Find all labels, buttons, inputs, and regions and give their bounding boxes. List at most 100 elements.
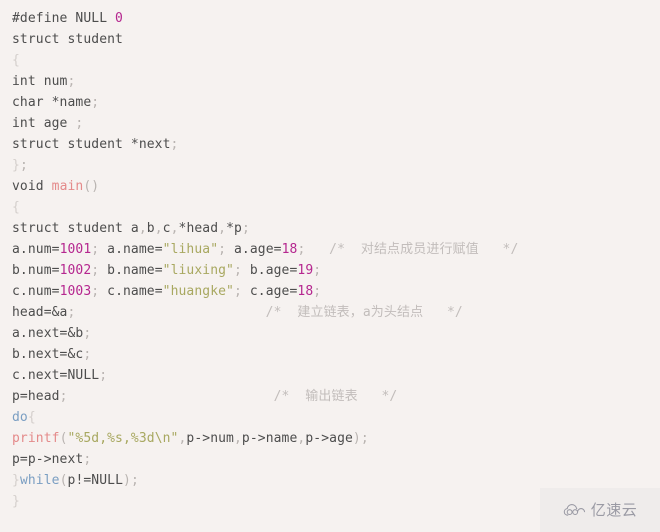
code-line: char *name; [0, 92, 660, 113]
var-head: *head [178, 221, 219, 236]
semicolon: ; [313, 284, 322, 299]
keyword-while: while [19, 473, 60, 488]
assign-b-next: b.next=&c [12, 347, 84, 362]
var-c: c [162, 221, 171, 236]
open-paren: ( [59, 473, 68, 488]
member-int-num: int num [12, 74, 68, 89]
code-line: { [0, 197, 660, 218]
string-token: "lihua" [162, 242, 219, 257]
assign-c-name: c.name= [99, 284, 163, 299]
assign-c-next: c.next=NULL [12, 368, 100, 383]
member-struct-next: struct student *next [12, 137, 171, 152]
keyword-do: do [12, 410, 28, 425]
semicolon: ; [360, 431, 369, 446]
open-paren: ( [59, 431, 68, 446]
number-token: 1002 [59, 263, 92, 278]
code-line: printf("%5d,%s,%3d\n",p->num,p->name,p->… [0, 428, 660, 449]
semicolon: ; [241, 221, 250, 236]
code-viewer: #define NULL 0 struct student{int num; cha… [0, 0, 660, 532]
assign-a-next: a.next=&b [12, 326, 84, 341]
semicolon: ; [67, 74, 76, 89]
comment-token: /* 输出链表 */ [67, 389, 398, 404]
string-token: "liuxing" [162, 263, 234, 278]
assign-c-age: c.age= [241, 284, 298, 299]
comment-token: /* 建立链表，a为头结点 */ [75, 305, 463, 320]
code-line: void main() [0, 176, 660, 197]
comma: , [233, 431, 242, 446]
close-paren: ) [352, 431, 361, 446]
code-line: a.num=1001; a.name="lihua"; a.age=18; /*… [0, 239, 660, 260]
comment-token: /* 对结点成员进行赋值 */ [305, 242, 519, 257]
close-brace: } [12, 494, 20, 509]
code-line: p=p->next; [0, 449, 660, 470]
semicolon: ; [130, 473, 139, 488]
comma: , [218, 221, 227, 236]
arg-p-age: p->age [305, 431, 353, 446]
code-line: }; [0, 155, 660, 176]
semicolon: ; [99, 368, 108, 383]
code-line: struct student a,b,c,*head,*p; [0, 218, 660, 239]
function-name-main: main [51, 179, 84, 194]
close-brace: } [12, 473, 20, 488]
code-line: { [0, 50, 660, 71]
semicolon: ; [83, 326, 92, 341]
code-line: int num; [0, 71, 660, 92]
code-line: p=head; /* 输出链表 */ [0, 386, 660, 407]
comma: , [170, 221, 179, 236]
semicolon: ; [233, 284, 242, 299]
code-line: b.next=&c; [0, 344, 660, 365]
member-int-age: int age [12, 116, 76, 131]
watermark-text: 亿速云 [590, 500, 638, 519]
close-paren: ) [123, 473, 131, 488]
number-token: 18 [297, 284, 314, 299]
assign-b-num: b.num= [12, 263, 60, 278]
code-line: do{ [0, 407, 660, 428]
var-p: *p [226, 221, 242, 236]
member-char-name: char *name [12, 95, 92, 110]
number-token: 1003 [59, 284, 92, 299]
assign-p-head: p=head [12, 389, 60, 404]
close-brace: } [12, 158, 20, 173]
semicolon: ; [91, 95, 100, 110]
code-line: head=&a; /* 建立链表，a为头结点 */ [0, 302, 660, 323]
open-brace: { [12, 200, 20, 215]
assign-c-num: c.num= [12, 284, 60, 299]
code-line: struct student *next; [0, 134, 660, 155]
comma: , [138, 221, 147, 236]
number-token: 1001 [59, 242, 92, 257]
number-token: 0 [115, 11, 123, 26]
open-brace: { [27, 410, 36, 425]
semicolon: ; [233, 263, 242, 278]
assign-a-name: a.name= [99, 242, 163, 257]
return-type-void: void [12, 179, 52, 194]
assign-head: head=&a [12, 305, 68, 320]
code-line: c.num=1003; c.name="huangke"; c.age=18; [0, 281, 660, 302]
open-brace: { [12, 53, 20, 68]
var-b: b [146, 221, 155, 236]
local-declaration: struct student a [12, 221, 139, 236]
arg-p-name: p->name [241, 431, 298, 446]
code-line: b.num=1002; b.name="liuxing"; b.age=19; [0, 260, 660, 281]
assign-b-age: b.age= [241, 263, 298, 278]
number-token: 18 [281, 242, 298, 257]
assign-b-name: b.name= [99, 263, 163, 278]
arg-p-num: p->num [186, 431, 234, 446]
comma: , [154, 221, 163, 236]
format-string-token: "%5d,%s,%3d\n" [67, 431, 179, 446]
assign-a-age: a.age= [226, 242, 282, 257]
cloud-icon [563, 504, 585, 516]
loop-condition: p!=NULL [67, 473, 124, 488]
code-line: #define NULL 0 [0, 8, 660, 29]
semicolon: ; [83, 347, 92, 362]
code-block[interactable]: #define NULL 0 struct student{int num; cha… [0, 8, 660, 512]
code-line: struct student [0, 29, 660, 50]
semicolon: ; [218, 242, 227, 257]
function-name-printf: printf [12, 431, 60, 446]
preprocessor-define: #define NULL [12, 11, 116, 26]
number-token: 19 [297, 263, 314, 278]
code-line: a.next=&b; [0, 323, 660, 344]
semicolon: ; [19, 158, 28, 173]
semicolon: ; [75, 116, 84, 131]
struct-declaration: struct student [12, 32, 123, 47]
string-token: "huangke" [162, 284, 234, 299]
